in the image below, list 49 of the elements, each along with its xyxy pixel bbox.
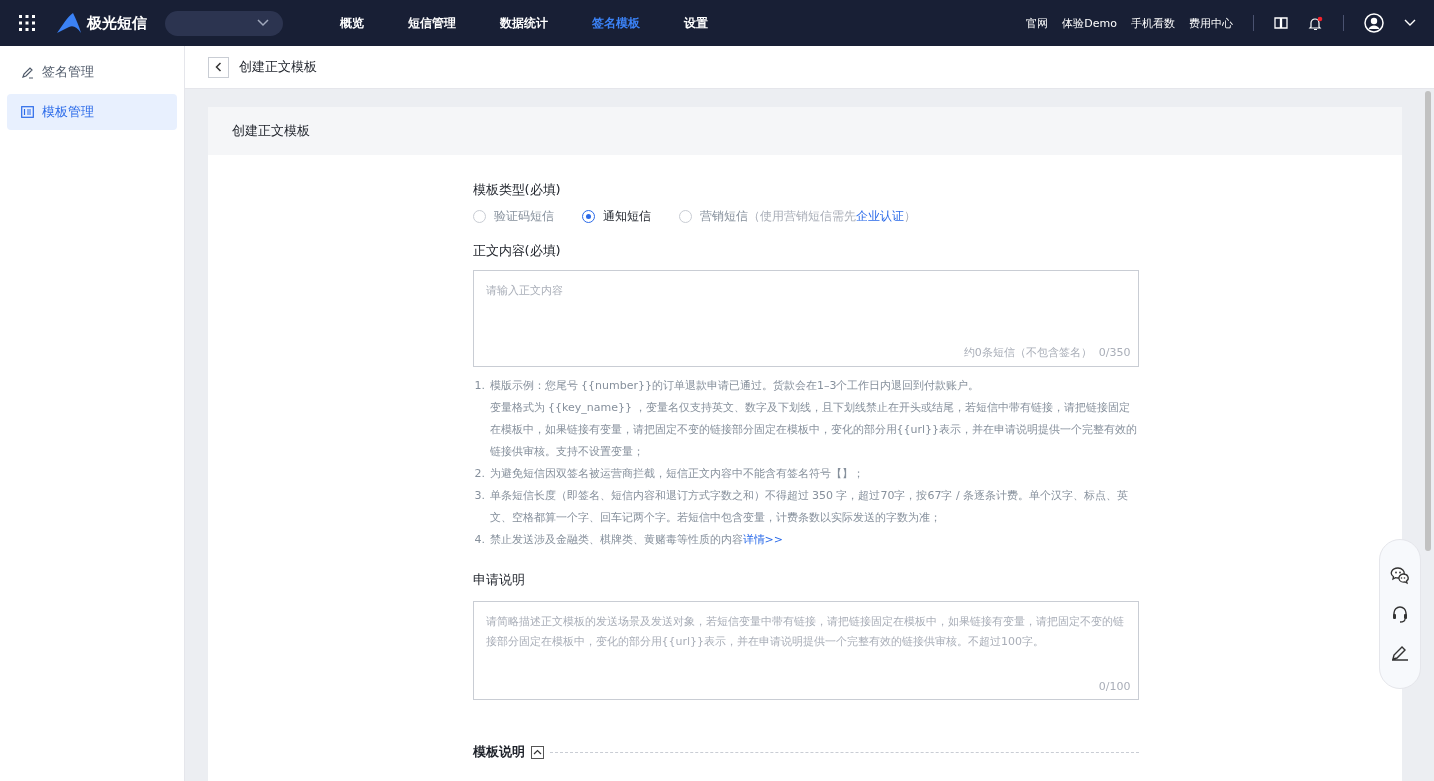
radio-label[interactable]: 营销短信 bbox=[699, 209, 748, 224]
app-grid-icon[interactable] bbox=[19, 15, 35, 31]
nav-tab[interactable]: 签名模板 bbox=[570, 14, 662, 32]
headset-icon[interactable] bbox=[1391, 605, 1409, 623]
card-title: 创建正文模板 bbox=[232, 122, 310, 140]
nav-tab[interactable]: 数据统计 bbox=[478, 14, 570, 32]
field-label: 正文内容(必填) bbox=[472, 242, 562, 260]
note-text: 变量格式为 {{key_name}} ，变量名仅支持英文、数字及下划线，且下划线禁止在开头或结尾，若短信中带有链接，请把链接固定在模板中，如果链接有变量，请把固定不变的链接部分固定在模板中，变化的部分用{{url}}表示，并在申请说明提供一个完整有效的链接供审核。支持不设置变量； bbox=[489, 400, 1139, 460]
certification-link[interactable]: 企业认证 bbox=[855, 209, 904, 223]
back-button[interactable] bbox=[208, 56, 229, 78]
nav-tab[interactable]: 设置 bbox=[662, 14, 730, 32]
note-number: 2. bbox=[474, 466, 486, 482]
nav-tab[interactable]: 短信管理 bbox=[386, 14, 478, 32]
pen-icon bbox=[21, 65, 34, 79]
chevron-down-icon[interactable] bbox=[1404, 19, 1416, 27]
user-avatar-icon[interactable] bbox=[1364, 13, 1384, 33]
top-link[interactable]: 体验Demo bbox=[1062, 15, 1117, 31]
chevron-down-icon bbox=[257, 19, 269, 27]
list-icon bbox=[21, 106, 34, 118]
details-link[interactable]: 详情>> bbox=[742, 533, 783, 546]
field-label: 申请说明 bbox=[472, 571, 526, 589]
scrollbar-thumb[interactable] bbox=[1425, 91, 1431, 551]
field-label: 模板类型(必填) bbox=[472, 181, 562, 199]
chat-bubbles-icon[interactable] bbox=[1390, 567, 1410, 585]
top-link[interactable]: 官网 bbox=[1026, 15, 1049, 31]
note-number: 4. bbox=[474, 532, 486, 548]
logo-icon bbox=[57, 13, 81, 33]
collapse-button[interactable] bbox=[530, 745, 544, 759]
radio-label[interactable]: 通知短信 bbox=[602, 209, 651, 224]
note-number: 3. bbox=[474, 488, 486, 504]
note-text: 为避免短信因双签名被运营商拦截，短信正文内容中不能含有签名符号【】； bbox=[489, 466, 864, 482]
note-text: 单条短信长度（即签名、短信内容和退订方式字数之和）不得超过 350 字，超过70字，按67字 / 条逐条计费。单个汉字、标点、英文、空格都算一个字、回车记两个字。若短信中包含变量，计费条数以实际发送的字数为准； bbox=[489, 488, 1130, 526]
top-link[interactable]: 手机看数 bbox=[1131, 15, 1175, 31]
section-title: 模板说明 bbox=[472, 743, 525, 761]
note-text: 禁止发送涉及金融类、棋牌类、黄赌毒等性质的内容详情>> bbox=[489, 532, 783, 548]
character-counter: 约0条短信（不包含签名） 0/350 bbox=[963, 345, 1131, 360]
top-link[interactable]: 费用中心 bbox=[1189, 15, 1233, 31]
sidebar-item[interactable]: 签名管理 bbox=[7, 54, 177, 90]
notification-bell-icon[interactable] bbox=[1308, 15, 1323, 31]
nav-tab[interactable]: 概览 bbox=[318, 14, 386, 32]
brand-name: 极光短信 bbox=[87, 13, 147, 33]
option-hint: （使用营销短信需先企业认证） bbox=[747, 209, 916, 224]
note-text: 模版示例：您尾号 {{number}}的订单退款申请已通过。货款会在1–3个工作日内退回到付款账户。 bbox=[489, 378, 981, 394]
page-title: 创建正文模板 bbox=[239, 58, 317, 76]
book-icon[interactable] bbox=[1274, 17, 1288, 29]
note-number: 1. bbox=[474, 378, 486, 394]
character-counter: 0/100 bbox=[1098, 680, 1131, 693]
chevron-left-icon bbox=[215, 62, 222, 72]
sidebar-item[interactable]: 模板管理 bbox=[7, 94, 177, 130]
